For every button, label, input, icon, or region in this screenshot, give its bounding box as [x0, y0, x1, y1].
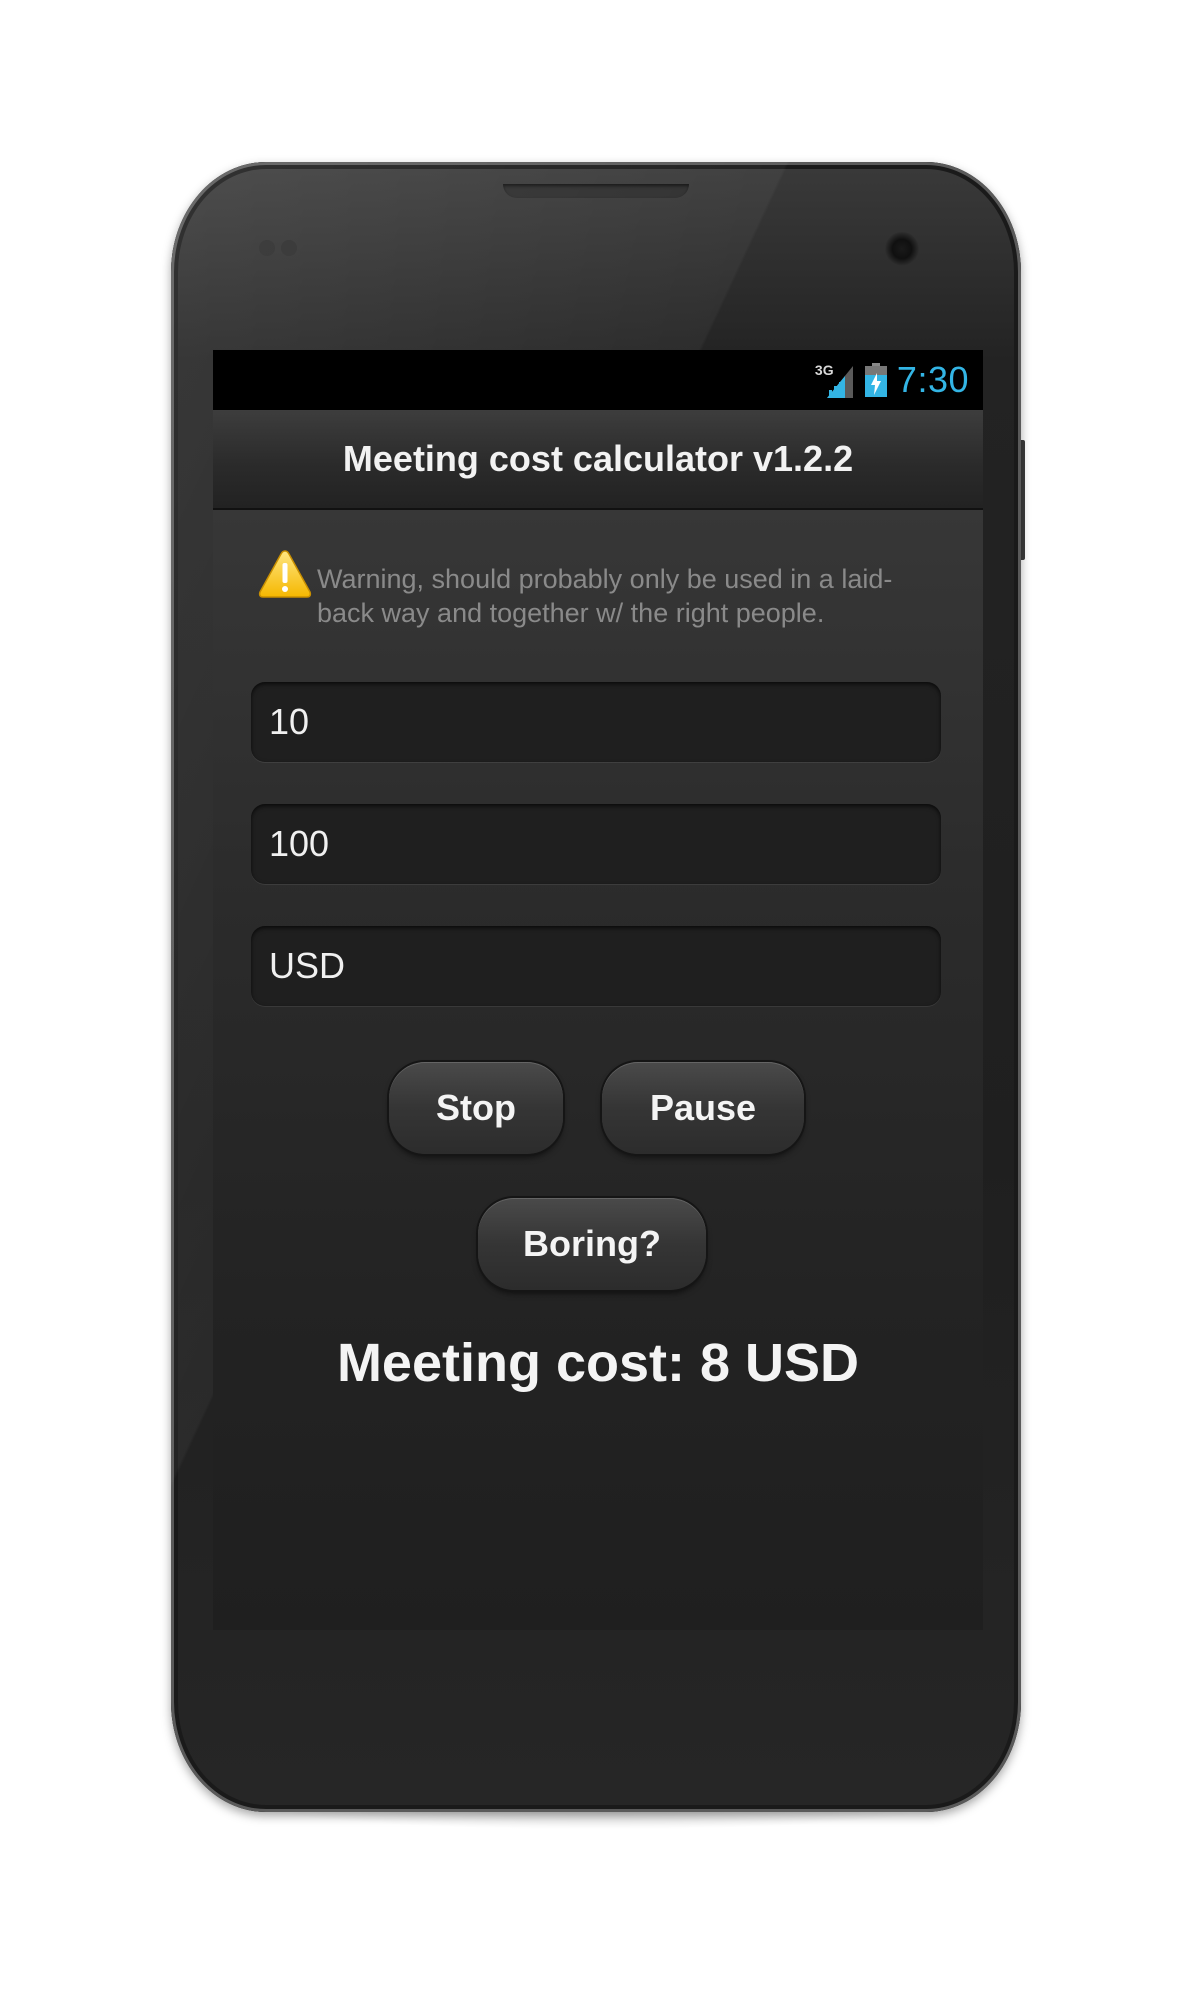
app-title: Meeting cost calculator v1.2.2 [342, 438, 854, 479]
status-bar: 3G 7:30 [213, 350, 983, 410]
pause-button[interactable]: Pause [602, 1062, 804, 1154]
page: 3G 7:30 Meeting cost calculator v1.2.2 W… [0, 0, 1195, 1994]
warning-icon [258, 550, 312, 598]
battery-charging-icon [864, 363, 887, 397]
app-bar: Meeting cost calculator v1.2.2 [213, 410, 983, 510]
hourly-rate-value: 100 [269, 823, 330, 864]
currency-value: USD [269, 945, 346, 986]
status-clock: 7:30 [896, 359, 969, 400]
status-icons: 3G 7:30 [815, 358, 969, 402]
signal-bars-icon: 3G [815, 360, 855, 400]
front-camera [885, 232, 919, 266]
hourly-rate-input[interactable]: 100 [251, 804, 941, 884]
currency-input[interactable]: USD [251, 926, 941, 1006]
boring-button[interactable]: Boring? [478, 1198, 706, 1290]
participants-input[interactable]: 10 [251, 682, 941, 762]
earpiece-speaker [503, 184, 689, 198]
sensor-dots [259, 240, 303, 258]
warning-text: Warning, should probably only be used in… [317, 564, 893, 628]
main-content: Warning, should probably only be used in… [213, 510, 983, 1630]
network-type: 3G [814, 362, 834, 378]
meeting-cost-result: Meeting cost: 8 USD [336, 1333, 860, 1393]
warning-notice: Warning, should probably only be used in… [257, 548, 957, 630]
participants-value: 10 [269, 701, 310, 742]
stop-button[interactable]: Stop [389, 1062, 563, 1154]
screen: 3G 7:30 Meeting cost calculator v1.2.2 W… [213, 350, 983, 1630]
